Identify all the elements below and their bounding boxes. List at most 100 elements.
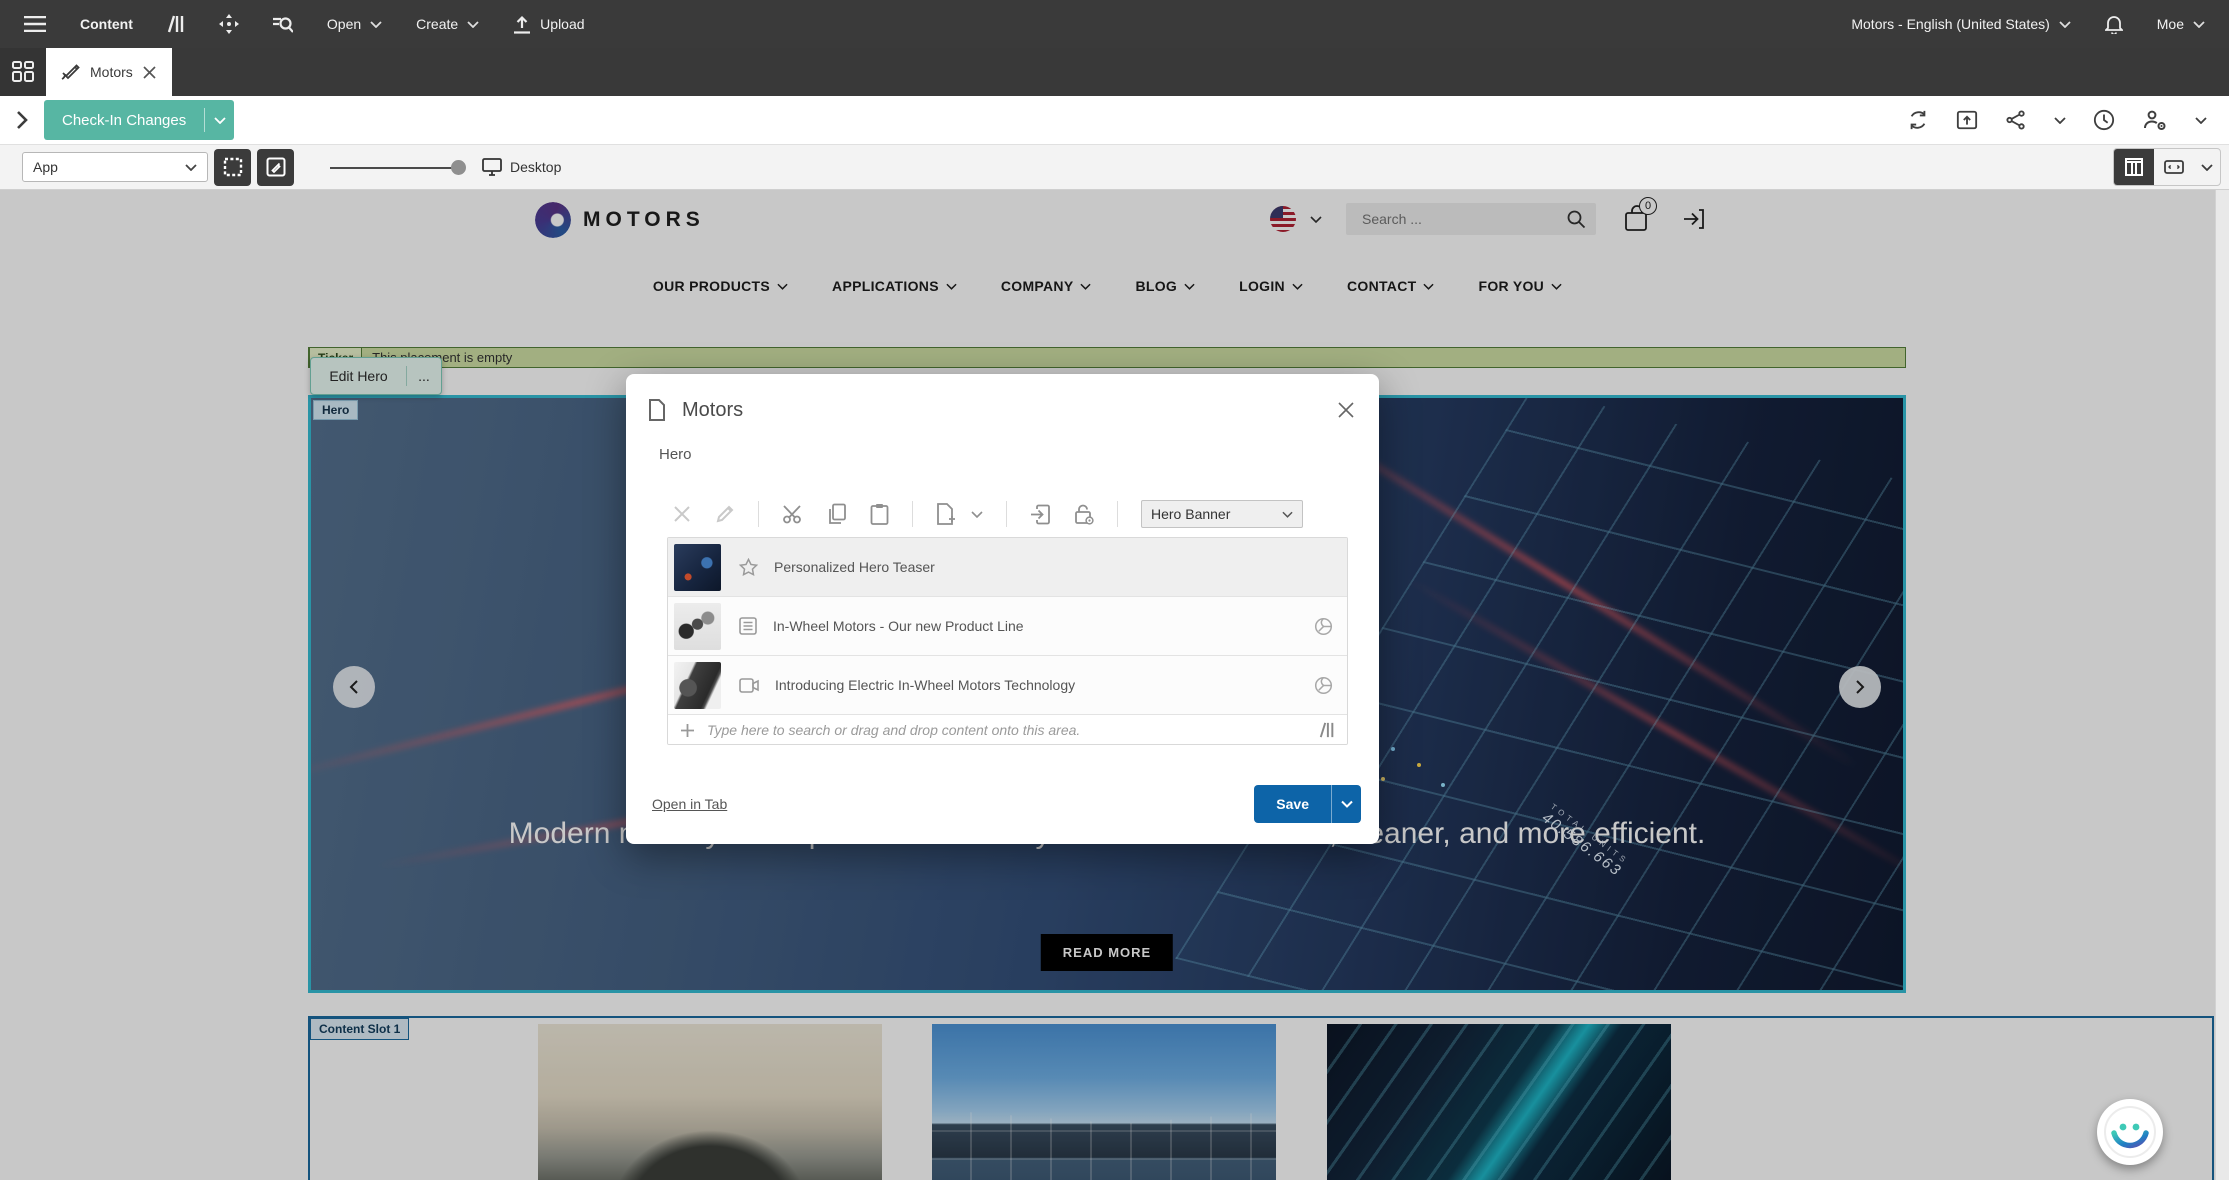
close-tab-icon[interactable] <box>143 66 156 79</box>
findbar-button[interactable] <box>273 15 293 33</box>
desktop-icon <box>482 158 502 176</box>
chevron-down-icon <box>1282 511 1293 518</box>
component-type-select[interactable]: Hero Banner <box>1141 500 1303 528</box>
chevron-down-icon[interactable] <box>2195 117 2207 124</box>
user-menu[interactable]: Moe <box>2157 16 2205 32</box>
page-icon <box>648 399 666 421</box>
preview-scrollbar[interactable] <box>2215 190 2229 1180</box>
item-thumbnail <box>674 544 721 591</box>
site-language-selector[interactable]: Motors - English (United States) <box>1851 16 2070 32</box>
check-in-dropdown[interactable] <box>204 108 234 132</box>
expand-panel-button[interactable] <box>0 110 44 130</box>
upload-button[interactable]: Upload <box>513 15 584 34</box>
move-button[interactable] <box>219 14 239 34</box>
list-item[interactable]: Personalized Hero Teaser <box>668 538 1347 597</box>
assistant-widget-button[interactable] <box>2097 1099 2163 1165</box>
list-item[interactable]: Introducing Electric In-Wheel Motors Tec… <box>668 656 1347 715</box>
edit-square-icon <box>266 157 286 177</box>
item-thumbnail <box>674 603 721 650</box>
check-in-changes-button[interactable]: Check-In Changes <box>44 100 234 140</box>
edit-dialog: Motors Hero Hero Banner <box>626 374 1379 844</box>
item-label: Introducing Electric In-Wheel Motors Tec… <box>775 677 1314 693</box>
paste-icon[interactable] <box>870 503 889 525</box>
find-list-icon <box>273 15 293 33</box>
item-label: Personalized Hero Teaser <box>774 559 1333 575</box>
jumpbar-button[interactable] <box>167 15 185 33</box>
bell-icon <box>2105 14 2123 34</box>
action-toolbar: Check-In Changes <box>0 96 2229 145</box>
chevron-down-icon[interactable] <box>2054 117 2066 124</box>
toggle-borders-button[interactable] <box>214 149 251 186</box>
delete-icon[interactable] <box>672 504 692 524</box>
slider-handle[interactable] <box>451 160 466 175</box>
component-search-input[interactable] <box>705 721 1319 739</box>
chevron-down-icon <box>2201 164 2213 171</box>
toolbar-divider <box>1117 501 1118 527</box>
item-thumbnail <box>674 662 721 709</box>
dialog-title: Motors <box>682 399 743 422</box>
create-menu[interactable]: Create <box>416 16 479 32</box>
main-menu-button[interactable] <box>24 16 46 32</box>
new-content-icon[interactable] <box>936 503 956 525</box>
notifications-button[interactable] <box>2105 14 2123 34</box>
component-search-row[interactable] <box>668 715 1347 745</box>
upload-icon <box>513 15 531 34</box>
dialog-toolbar: Hero Banner <box>672 500 1303 528</box>
move-icon <box>219 14 239 34</box>
apps-grid-icon <box>12 61 34 83</box>
magnolia-bars-icon <box>1319 721 1335 739</box>
dialog-section-label: Hero <box>659 446 692 463</box>
dialog-close-icon[interactable] <box>1337 401 1355 419</box>
width-icon <box>2164 160 2184 174</box>
history-icon[interactable] <box>2093 109 2115 131</box>
copy-icon[interactable] <box>827 503 847 525</box>
smiley-icon <box>2103 1105 2157 1159</box>
edit-icon[interactable] <box>715 504 735 524</box>
device-indicator: Desktop <box>482 158 561 176</box>
view-mode-select[interactable]: App <box>22 152 208 182</box>
cut-icon[interactable] <box>782 504 804 524</box>
toolbar-divider <box>912 501 913 527</box>
chevron-down-icon <box>185 164 197 171</box>
open-window-icon[interactable] <box>1956 109 1978 131</box>
save-dropdown[interactable] <box>1331 785 1361 823</box>
columns-view-button[interactable] <box>2114 149 2154 185</box>
personalization-icon <box>1314 676 1333 695</box>
preview-toolbar: App Desktop <box>0 145 2229 190</box>
preview-user-icon[interactable] <box>2142 109 2168 131</box>
layout-dropdown[interactable] <box>2194 149 2220 185</box>
chevron-down-icon <box>214 117 226 124</box>
open-in-tab-link[interactable]: Open in Tab <box>652 796 727 812</box>
tab-bar: Motors <box>0 48 2229 96</box>
chevron-right-icon <box>16 110 28 130</box>
save-button[interactable]: Save <box>1254 785 1361 823</box>
video-icon <box>739 678 759 693</box>
action-toolbar-right <box>1907 109 2229 131</box>
star-icon <box>739 558 758 577</box>
hamburger-icon[interactable] <box>24 16 46 32</box>
zoom-slider[interactable] <box>330 149 466 186</box>
sync-icon[interactable] <box>1907 109 1929 131</box>
tab-motors[interactable]: Motors <box>46 48 172 96</box>
toolbar-divider <box>1006 501 1007 527</box>
dashed-selection-icon <box>223 157 243 177</box>
layout-switcher <box>2113 148 2221 186</box>
top-bar: Content Open Create Upload Motors - Engl… <box>0 0 2229 48</box>
full-width-view-button[interactable] <box>2154 149 2194 185</box>
chevron-down-icon <box>2059 21 2071 28</box>
app-launcher-button[interactable] <box>0 48 46 96</box>
list-item[interactable]: In-Wheel Motors - Our new Product Line <box>668 597 1347 656</box>
edit-mode-button[interactable] <box>257 149 294 186</box>
chevron-down-icon[interactable] <box>971 511 983 518</box>
application-window: Content Open Create Upload Motors - Engl… <box>0 0 2229 1180</box>
share-icon[interactable] <box>2005 109 2027 131</box>
open-menu[interactable]: Open <box>327 16 382 32</box>
lock-icon[interactable] <box>1074 503 1094 525</box>
chevron-down-icon <box>467 21 479 28</box>
magnolia-bars-icon <box>167 15 185 33</box>
plus-icon[interactable] <box>680 723 695 738</box>
item-label: In-Wheel Motors - Our new Product Line <box>773 618 1314 634</box>
article-icon <box>739 617 757 635</box>
import-icon[interactable] <box>1030 504 1051 525</box>
personalization-icon <box>1314 617 1333 636</box>
